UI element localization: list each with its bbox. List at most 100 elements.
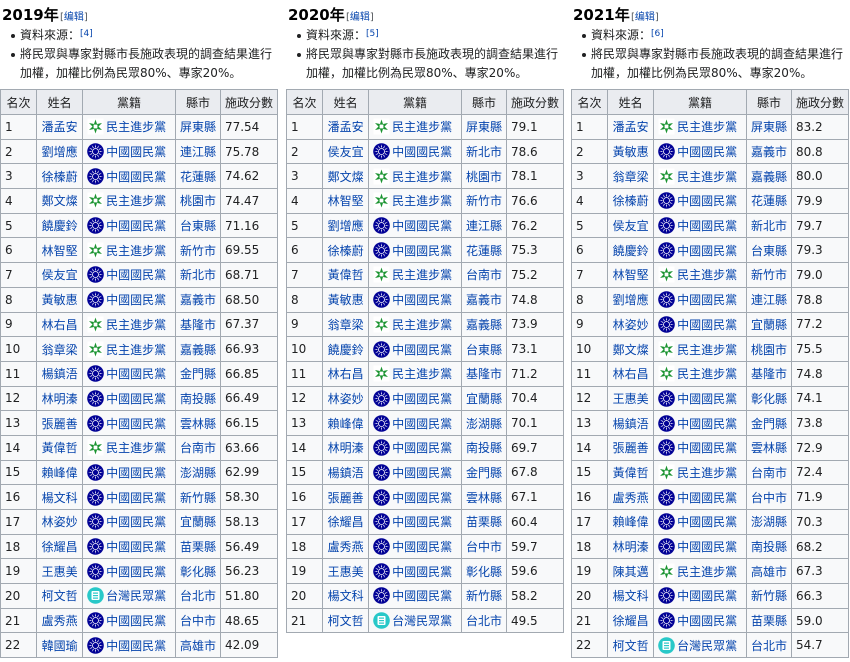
- party-link[interactable]: 中國國民黨: [392, 143, 452, 160]
- party-link[interactable]: 台灣民眾黨: [677, 637, 737, 654]
- name-link[interactable]: 林右昌: [321, 360, 370, 387]
- name-link[interactable]: 楊鎮浯: [321, 459, 370, 486]
- city-link[interactable]: 基隆市: [460, 360, 507, 387]
- party-link[interactable]: 中國國民黨: [106, 538, 166, 555]
- name-link[interactable]: 林右昌: [35, 311, 84, 338]
- name-link[interactable]: 林姿妙: [321, 385, 370, 412]
- party-link[interactable]: 民主進步黨: [106, 316, 166, 333]
- city-link[interactable]: 台北市: [174, 583, 221, 609]
- name-link[interactable]: 潘孟安: [606, 114, 655, 140]
- party-link[interactable]: 中國國民黨: [106, 291, 166, 308]
- city-link[interactable]: 宜蘭縣: [460, 385, 507, 412]
- name-link[interactable]: 楊鎮浯: [606, 410, 655, 436]
- city-link[interactable]: 雲林縣: [745, 434, 792, 461]
- name-link[interactable]: 韓國瑜: [35, 632, 84, 659]
- party-link[interactable]: 中國國民黨: [677, 513, 737, 530]
- name-link[interactable]: 賴峰偉: [35, 459, 84, 486]
- party-link[interactable]: 中國國民黨: [392, 390, 452, 407]
- party-link[interactable]: 中國國民黨: [106, 464, 166, 481]
- city-link[interactable]: 新竹市: [174, 237, 221, 264]
- reference-link[interactable]: [4]: [80, 29, 93, 39]
- city-link[interactable]: 南投縣: [745, 533, 792, 560]
- city-link[interactable]: 新竹市: [745, 262, 792, 288]
- party-link[interactable]: 中國國民黨: [106, 143, 166, 160]
- name-link[interactable]: 黃敏惠: [35, 286, 84, 313]
- city-link[interactable]: 苗栗縣: [174, 533, 221, 560]
- city-link[interactable]: 新北市: [460, 138, 507, 165]
- party-link[interactable]: 民主進步黨: [677, 341, 737, 358]
- city-link[interactable]: 基隆市: [174, 311, 221, 338]
- name-link[interactable]: 侯友宜: [606, 212, 655, 239]
- party-link[interactable]: 中國國民黨: [106, 563, 166, 580]
- name-link[interactable]: 鄭文燦: [321, 163, 370, 190]
- name-link[interactable]: 徐榛蔚: [606, 188, 655, 214]
- city-link[interactable]: 新竹市: [460, 188, 507, 214]
- party-link[interactable]: 中國國民黨: [106, 390, 166, 407]
- city-link[interactable]: 澎湖縣: [460, 410, 507, 436]
- name-link[interactable]: 徐耀昌: [321, 509, 370, 535]
- name-link[interactable]: 黃偉哲: [321, 262, 370, 288]
- edit-link[interactable]: 编辑: [350, 12, 370, 23]
- city-link[interactable]: 宜蘭縣: [174, 509, 221, 535]
- city-link[interactable]: 高雄市: [174, 632, 221, 659]
- city-link[interactable]: 基隆市: [745, 360, 792, 387]
- name-link[interactable]: 林姿妙: [606, 311, 655, 338]
- name-link[interactable]: 劉增應: [35, 138, 84, 165]
- name-link[interactable]: 林智堅: [606, 262, 655, 288]
- name-link[interactable]: 林智堅: [35, 237, 84, 264]
- city-link[interactable]: 台南市: [174, 434, 221, 461]
- party-link[interactable]: 中國國民黨: [677, 415, 737, 432]
- name-link[interactable]: 盧秀燕: [35, 607, 84, 634]
- name-link[interactable]: 張麗善: [35, 410, 84, 436]
- city-link[interactable]: 台南市: [460, 262, 507, 288]
- party-link[interactable]: 民主進步黨: [106, 242, 166, 259]
- name-link[interactable]: 侯友宜: [321, 138, 370, 165]
- name-link[interactable]: 劉增應: [321, 212, 370, 239]
- city-link[interactable]: 台中市: [174, 607, 221, 634]
- city-link[interactable]: 彰化縣: [174, 558, 221, 585]
- party-link[interactable]: 中國國民黨: [677, 489, 737, 506]
- city-link[interactable]: 嘉義市: [174, 286, 221, 313]
- city-link[interactable]: 金門縣: [174, 360, 221, 387]
- name-link[interactable]: 黃敏惠: [606, 138, 655, 165]
- name-link[interactable]: 徐榛蔚: [321, 237, 370, 264]
- party-link[interactable]: 中國國民黨: [392, 341, 452, 358]
- city-link[interactable]: 花蓮縣: [460, 237, 507, 264]
- name-link[interactable]: 柯文哲: [35, 583, 84, 609]
- reference-link[interactable]: [6]: [651, 29, 664, 39]
- party-link[interactable]: 民主進步黨: [106, 439, 166, 456]
- name-link[interactable]: 饒慶鈴: [321, 336, 370, 362]
- city-link[interactable]: 桃園市: [745, 336, 792, 362]
- party-link[interactable]: 民主進步黨: [392, 316, 452, 333]
- party-link[interactable]: 中國國民黨: [392, 217, 452, 234]
- party-link[interactable]: 中國國民黨: [392, 439, 452, 456]
- party-link[interactable]: 民主進步黨: [392, 365, 452, 382]
- city-link[interactable]: 花蓮縣: [745, 188, 792, 214]
- city-link[interactable]: 屏東縣: [745, 114, 792, 140]
- name-link[interactable]: 黃偉哲: [606, 459, 655, 486]
- city-link[interactable]: 台東縣: [460, 336, 507, 362]
- name-link[interactable]: 饒慶鈴: [35, 212, 84, 239]
- city-link[interactable]: 嘉義縣: [460, 311, 507, 338]
- party-link[interactable]: 中國國民黨: [392, 587, 452, 604]
- name-link[interactable]: 林姿妙: [35, 509, 84, 535]
- name-link[interactable]: 翁章梁: [35, 336, 84, 362]
- city-link[interactable]: 高雄市: [745, 558, 792, 585]
- name-link[interactable]: 侯友宜: [35, 262, 84, 288]
- name-link[interactable]: 王惠美: [321, 558, 370, 585]
- city-link[interactable]: 連江縣: [745, 286, 792, 313]
- name-link[interactable]: 王惠美: [606, 385, 655, 412]
- name-link[interactable]: 潘孟安: [35, 114, 84, 140]
- city-link[interactable]: 嘉義縣: [745, 163, 792, 190]
- city-link[interactable]: 嘉義市: [460, 286, 507, 313]
- party-link[interactable]: 民主進步黨: [677, 118, 737, 135]
- city-link[interactable]: 嘉義市: [745, 138, 792, 165]
- name-link[interactable]: 楊鎮浯: [35, 360, 84, 387]
- name-link[interactable]: 王惠美: [35, 558, 84, 585]
- name-link[interactable]: 張麗善: [321, 484, 370, 510]
- name-link[interactable]: 林明溱: [606, 533, 655, 560]
- city-link[interactable]: 金門縣: [745, 410, 792, 436]
- party-link[interactable]: 台灣民眾黨: [106, 587, 166, 604]
- party-link[interactable]: 民主進步黨: [392, 192, 452, 209]
- party-link[interactable]: 中國國民黨: [106, 637, 166, 654]
